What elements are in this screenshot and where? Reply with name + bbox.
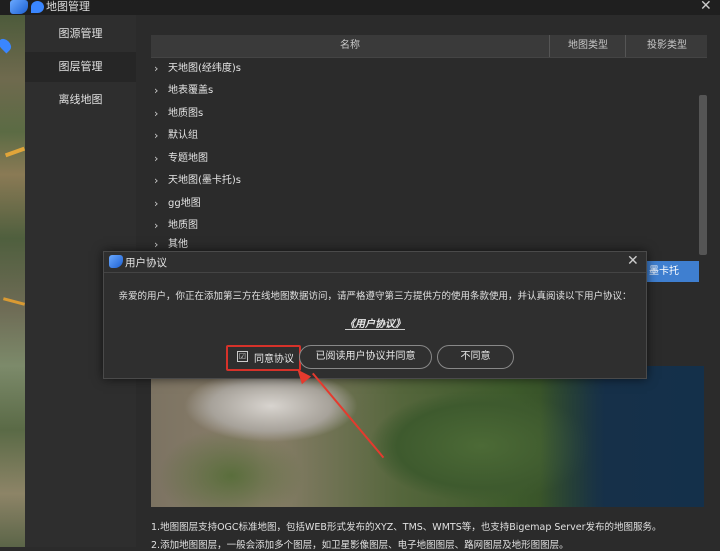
expand-chevron-icon[interactable]: › [154, 148, 158, 170]
app-logo-icon [10, 0, 28, 14]
expand-chevron-icon[interactable]: › [154, 193, 158, 215]
table-row[interactable]: › 地质图s [151, 103, 699, 125]
expand-chevron-icon[interactable]: › [154, 125, 158, 147]
app-logo-mark-icon [31, 1, 44, 13]
table-row[interactable]: › gg地图 [151, 193, 699, 215]
column-header-projection-type[interactable]: 投影类型 [625, 35, 708, 57]
table-row[interactable]: › 其他 [151, 238, 699, 250]
expand-chevron-icon[interactable]: › [154, 170, 158, 192]
window-close-icon[interactable]: ✕ [700, 0, 712, 14]
background-map-strip [0, 15, 25, 547]
window-titlebar [0, 0, 720, 15]
table-scrollbar[interactable] [699, 95, 707, 255]
expand-chevron-icon[interactable]: › [154, 80, 158, 102]
dialog-titlebar [104, 252, 646, 273]
table-row[interactable]: › 默认组 [151, 125, 699, 147]
agree-checkbox-label[interactable]: 同意协议 [254, 350, 294, 365]
map-preview-sea [540, 366, 704, 507]
dialog-close-icon[interactable]: ✕ [627, 252, 639, 270]
column-header-name[interactable]: 名称 [151, 35, 549, 57]
table-row[interactable]: › 地质图 [151, 215, 699, 237]
agreement-link[interactable]: 《用户协议》 [104, 315, 646, 330]
window-title: 地图管理 [46, 0, 90, 13]
help-note-2: 2.添加地图图层，一般会添加多个图层，如卫星影像图层、电子地图图层、路网图层及地… [151, 540, 569, 551]
table-row[interactable]: › 地表覆盖s [151, 80, 699, 102]
user-agreement-dialog: 用户协议 ✕ 亲爱的用户，你正在添加第三方在线地图数据访问，请严格遵守第三方提供… [103, 251, 647, 379]
expand-chevron-icon[interactable]: › [154, 238, 158, 250]
table-row[interactable]: › 天地图(墨卡托)s [151, 170, 699, 192]
table-header: 名称 地图类型 投影类型 [151, 35, 707, 58]
agreement-link-underline [345, 329, 405, 330]
table-row[interactable]: › 专题地图 [151, 148, 699, 170]
sidebar-item-source-management[interactable]: 图源管理 [25, 19, 136, 49]
agree-checkbox[interactable]: ☑ [237, 351, 248, 362]
sidebar-item-layer-management[interactable]: 图层管理 [25, 52, 136, 82]
read-and-agree-button[interactable]: 已阅读用户协议并同意 [299, 345, 432, 369]
expand-chevron-icon[interactable]: › [154, 58, 158, 80]
help-note-1: 1.地图图层支持OGC标准地图，包括WEB形式发布的XYZ、TMS、WMTS等，… [151, 522, 662, 533]
table-row[interactable]: › 天地图(经纬度)s [151, 58, 699, 80]
dialog-title: 用户协议 [125, 257, 167, 269]
expand-chevron-icon[interactable]: › [154, 215, 158, 237]
column-header-map-type[interactable]: 地图类型 [549, 35, 626, 57]
selected-row-projection-cell[interactable]: 墨卡托 [645, 261, 699, 282]
disagree-button[interactable]: 不同意 [437, 345, 514, 369]
sidebar-item-offline-map[interactable]: 离线地图 [25, 85, 136, 115]
expand-chevron-icon[interactable]: › [154, 103, 158, 125]
dialog-message: 亲爱的用户，你正在添加第三方在线地图数据访问，请严格遵守第三方提供方的使用条款使… [118, 291, 632, 302]
